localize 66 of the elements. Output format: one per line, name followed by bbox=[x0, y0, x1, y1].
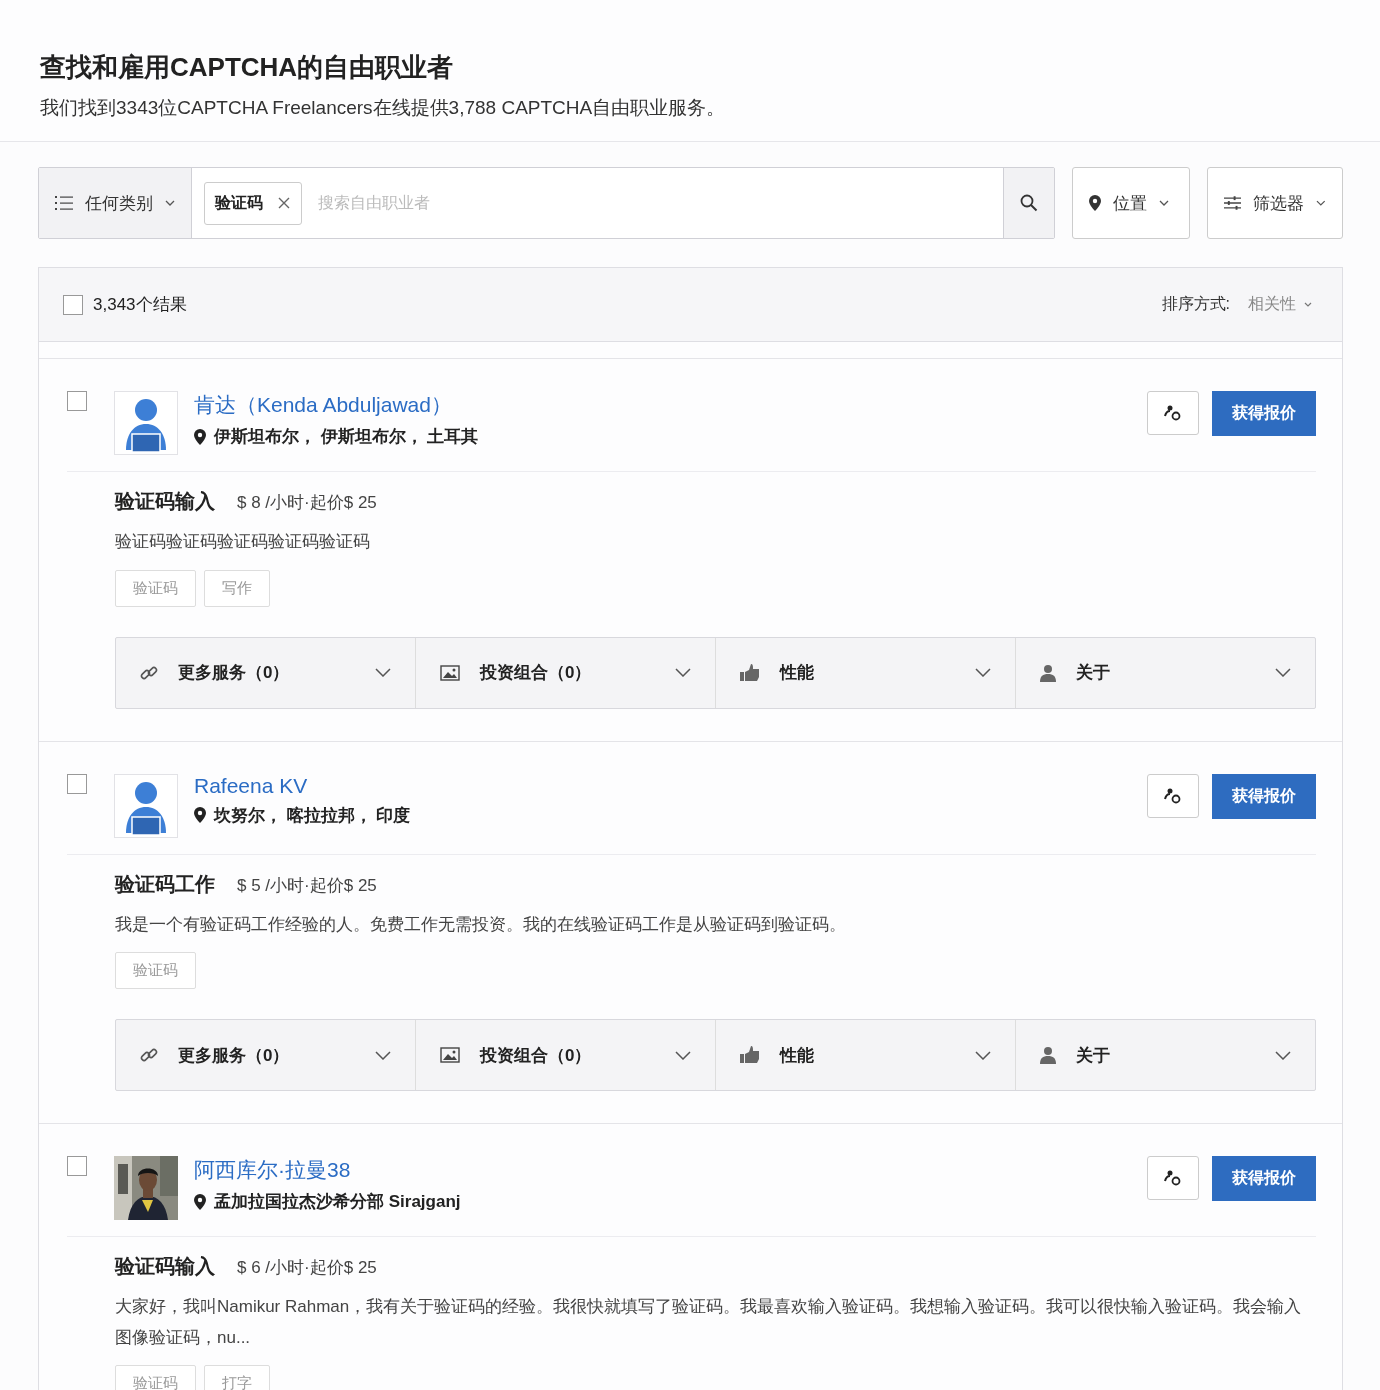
rate-text: $ 8 /小时·起价$ 25 bbox=[237, 492, 377, 514]
gig-description: 大家好，我叫Namikur Rahman，我有关于验证码的经验。我很快就填写了验证码。我最喜欢输入验证码。我想输入验证码。我可以很快输入验证码。我会输入图像验证码，nu... bbox=[115, 1296, 1303, 1349]
chevron-down-icon bbox=[975, 1050, 991, 1060]
get-quote-button[interactable]: 获得报价 bbox=[1212, 391, 1316, 436]
pin-icon bbox=[194, 428, 206, 445]
thumbs-up-icon bbox=[740, 1046, 760, 1065]
image-icon bbox=[440, 664, 460, 681]
person-plus-icon bbox=[1164, 1169, 1182, 1188]
row-checkbox[interactable] bbox=[67, 391, 87, 411]
section-dropdown[interactable]: 更多服务（0） bbox=[116, 637, 415, 708]
pin-icon bbox=[1089, 195, 1101, 211]
section-dropdown[interactable]: 投资组合（0） bbox=[415, 637, 715, 708]
thumbs-up-icon bbox=[740, 663, 760, 682]
person-icon bbox=[1040, 663, 1056, 682]
location-text: 孟加拉国拉杰沙希分部 Sirajganj bbox=[214, 1191, 461, 1214]
gig-description: 验证码验证码验证码验证码验证码 bbox=[115, 531, 371, 553]
sliders-icon bbox=[1224, 196, 1242, 210]
caret-icon bbox=[1316, 200, 1326, 206]
chevron-down-icon bbox=[675, 668, 691, 678]
gig-title: 验证码工作 bbox=[115, 871, 215, 897]
gig-title: 验证码输入 bbox=[115, 1254, 215, 1280]
location-dropdown[interactable]: 位置 bbox=[1072, 167, 1190, 239]
rate-text: $ 6 /小时·起价$ 25 bbox=[237, 1257, 377, 1280]
chevron-down-icon bbox=[375, 1050, 391, 1060]
rate-text: $ 5 /小时·起价$ 25 bbox=[237, 874, 377, 897]
freelancer-name-link[interactable]: 肯达（Kenda Abduljawad） bbox=[194, 391, 1147, 419]
section-dropdown[interactable]: 性能 bbox=[715, 637, 1015, 708]
freelancer-name-link[interactable]: Rafeena KV bbox=[194, 773, 1147, 798]
caret-icon bbox=[1159, 200, 1169, 206]
person-plus-icon bbox=[1164, 786, 1182, 805]
row-checkbox[interactable] bbox=[67, 1156, 87, 1177]
image-icon bbox=[440, 1047, 460, 1064]
invite-button[interactable] bbox=[1147, 773, 1199, 818]
pin-icon bbox=[194, 807, 206, 824]
chevron-down-icon bbox=[975, 668, 991, 678]
freelancer-name-link[interactable]: 阿西库尔·拉曼38 bbox=[194, 1156, 1147, 1185]
chevron-down-icon bbox=[675, 1050, 691, 1060]
person-icon bbox=[1040, 1046, 1056, 1065]
invite-button[interactable] bbox=[1147, 1156, 1199, 1201]
chevron-down-icon bbox=[1275, 668, 1291, 678]
location-text: 伊斯坦布尔， 伊斯坦布尔， 土耳其 bbox=[214, 426, 479, 448]
avatar-icon bbox=[114, 391, 178, 455]
row-checkbox[interactable] bbox=[67, 773, 87, 794]
person-plus-icon bbox=[1164, 404, 1182, 422]
pin-icon bbox=[194, 1193, 206, 1210]
location-text: 坎努尔， 喀拉拉邦， 印度 bbox=[214, 804, 411, 827]
section-dropdown[interactable]: 更多服务（0） bbox=[116, 1020, 415, 1091]
avatar-icon bbox=[114, 773, 178, 838]
section-dropdown[interactable]: 关于 bbox=[1015, 1020, 1315, 1091]
section-dropdown[interactable]: 性能 bbox=[715, 1020, 1015, 1091]
section-dropdown[interactable]: 投资组合（0） bbox=[415, 1020, 715, 1091]
get-quote-button[interactable]: 获得报价 bbox=[1212, 773, 1316, 819]
page-title: 查找和雇用CAPTCHA的自由职业者 bbox=[40, 51, 455, 84]
section-dropdown[interactable]: 关于 bbox=[1015, 637, 1315, 708]
results-count: 3,343个结果 bbox=[93, 294, 188, 316]
chevron-down-icon bbox=[1275, 1050, 1291, 1060]
results-summary: 我们找到3343位CAPTCHA Freelancers在线提供3,788 CAPTCHA自由职业服务。 bbox=[40, 96, 727, 120]
select-all-checkbox[interactable] bbox=[63, 294, 83, 315]
get-quote-button[interactable]: 获得报价 bbox=[1212, 1156, 1316, 1202]
filters-dropdown[interactable]: 筛选器 bbox=[1207, 167, 1343, 239]
sort-label: 排序方式: bbox=[1161, 294, 1230, 314]
chevron-down-icon bbox=[375, 668, 391, 678]
caret-icon bbox=[1304, 302, 1312, 307]
gig-title: 验证码输入 bbox=[115, 489, 215, 514]
invite-button[interactable] bbox=[1147, 391, 1199, 435]
gig-description: 我是一个有验证码工作经验的人。免费工作无需投资。我的在线验证码工作是从验证码到验证码。 bbox=[115, 913, 847, 936]
